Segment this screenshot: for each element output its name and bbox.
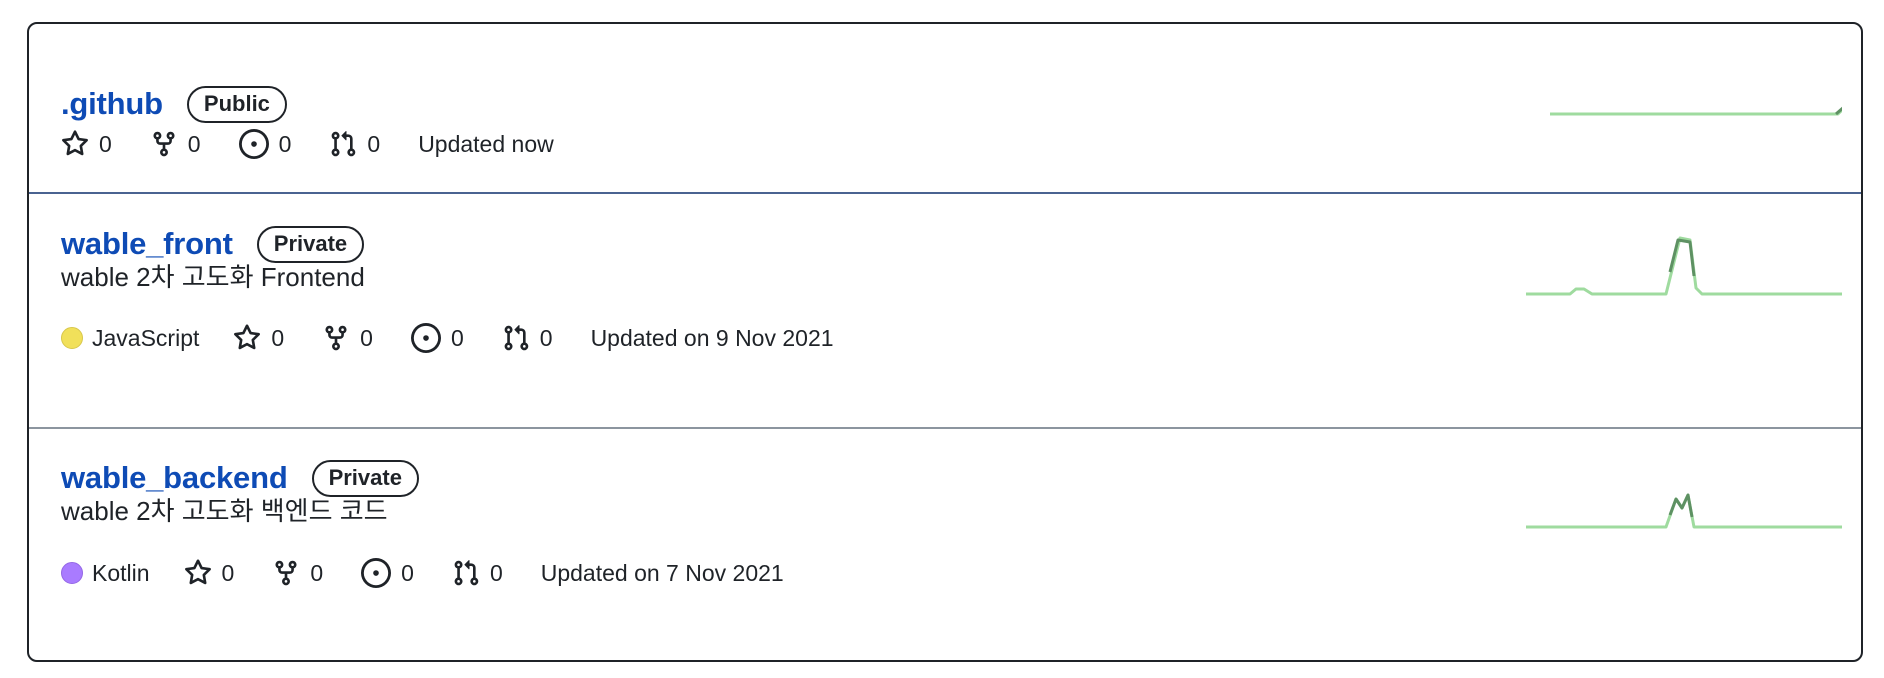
- repo-item: .github Public 0 0 0 0 Updated now: [29, 24, 1861, 194]
- star-icon: [233, 324, 261, 352]
- issue-count-value: 0: [278, 130, 292, 157]
- updated-time: Updated on 7 Nov 2021: [540, 559, 784, 586]
- pull-request-count[interactable]: 0: [502, 324, 553, 352]
- issue-count-value: 0: [401, 559, 414, 586]
- repo-item: wable_front Private wable 2차 고도화 Fronten…: [29, 194, 1861, 429]
- pull-request-count-value: 0: [367, 130, 381, 157]
- repo-item: wable_backend Private wable 2차 고도화 백엔드 코…: [29, 429, 1861, 660]
- star-icon: [184, 559, 212, 587]
- visibility-badge: Public: [186, 85, 287, 123]
- repo-meta: JavaScript 0 0 0 0 Updated on 9 Nov 2021: [61, 320, 872, 356]
- issue-count[interactable]: 0: [361, 558, 414, 588]
- pull-request-count[interactable]: 0: [329, 130, 380, 158]
- star-icon: [61, 130, 89, 158]
- updated-time: Updated now: [418, 130, 554, 157]
- star-count[interactable]: 0: [184, 559, 235, 587]
- language-color-dot: [61, 562, 83, 584]
- fork-count[interactable]: 0: [272, 559, 323, 587]
- issue-icon: [361, 558, 392, 588]
- star-count-value: 0: [271, 324, 285, 351]
- pull-request-count-value: 0: [489, 559, 503, 586]
- language-color-dot: [61, 327, 83, 349]
- pull-request-icon: [452, 559, 480, 587]
- pull-request-icon: [502, 324, 530, 352]
- fork-count-value: 0: [360, 324, 373, 351]
- star-count[interactable]: 0: [233, 324, 284, 352]
- issue-count[interactable]: 0: [238, 129, 292, 159]
- activity-sparkline: [1526, 493, 1842, 529]
- fork-count-value: 0: [310, 559, 324, 586]
- star-count-value: 0: [99, 130, 112, 157]
- pull-request-count-value: 0: [539, 324, 553, 351]
- repo-description: wable 2차 고도화 백엔드 코드: [61, 496, 388, 526]
- repository-list: .github Public 0 0 0 0 Updated now wable…: [27, 22, 1863, 662]
- star-count-value: 0: [221, 559, 235, 586]
- language: JavaScript: [61, 325, 199, 352]
- fork-count[interactable]: 0: [150, 130, 201, 158]
- pull-request-icon: [329, 130, 357, 158]
- activity-sparkline: [1526, 236, 1842, 296]
- star-count[interactable]: 0: [61, 130, 112, 158]
- repo-title-line: .github Public: [61, 83, 287, 125]
- language-label: JavaScript: [92, 324, 200, 351]
- fork-icon: [272, 559, 300, 587]
- language: Kotlin: [61, 560, 150, 587]
- repo-name-link[interactable]: .github: [61, 86, 163, 122]
- pull-request-count[interactable]: 0: [452, 559, 503, 587]
- fork-icon: [150, 130, 178, 158]
- repo-description: wable 2차 고도화 Frontend: [61, 262, 365, 292]
- issue-count-value: 0: [450, 324, 464, 351]
- language-label: Kotlin: [92, 559, 150, 586]
- updated-time: Updated on 9 Nov 2021: [590, 324, 834, 351]
- fork-icon: [322, 324, 350, 352]
- activity-sparkline: [1550, 106, 1842, 116]
- fork-count-value: 0: [187, 130, 201, 157]
- issue-count[interactable]: 0: [410, 323, 464, 353]
- issue-icon: [410, 323, 441, 353]
- fork-count[interactable]: 0: [322, 324, 373, 352]
- repo-meta: Kotlin 0 0 0 0 Updated on 7 Nov 2021: [61, 555, 822, 591]
- issue-icon: [238, 129, 269, 159]
- repo-meta: 0 0 0 0 Updated now: [61, 126, 592, 162]
